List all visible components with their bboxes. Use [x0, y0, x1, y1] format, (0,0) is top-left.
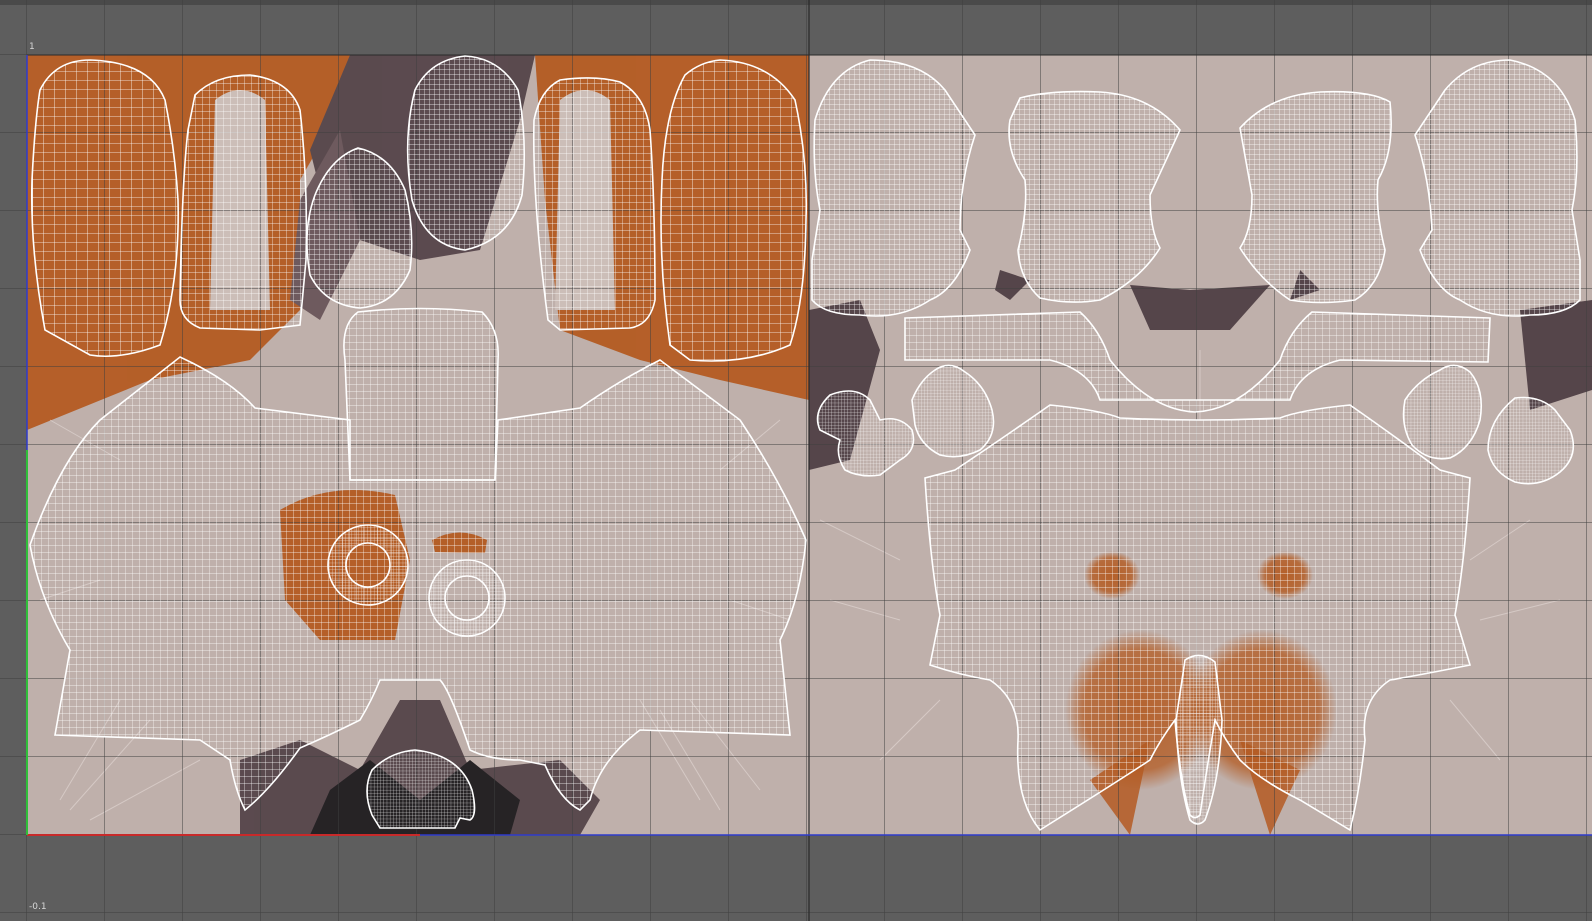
uv-shell-arm-left-back[interactable]	[811, 59, 976, 317]
axis-label-bottom: -0.1	[29, 902, 47, 912]
axis-label-top: 1	[29, 42, 35, 52]
uv-shell-ear-inner-right[interactable]	[532, 77, 656, 331]
uv-shell-ear-outer-left[interactable]	[30, 59, 179, 358]
uv-shell-head-top-cap[interactable]	[406, 55, 526, 251]
uv-shell-arm-right-back[interactable]	[1414, 59, 1581, 317]
uv-shell-ear-outer-right[interactable]	[660, 59, 808, 362]
uv-shell-muzzle-strip[interactable]	[343, 307, 499, 481]
uv-editor-viewport[interactable]: 1 -0.1	[0, 0, 1592, 921]
uv-shell-arm-right-front[interactable]	[1239, 90, 1392, 304]
uv-shell-ear-inner-left[interactable]	[179, 74, 308, 331]
